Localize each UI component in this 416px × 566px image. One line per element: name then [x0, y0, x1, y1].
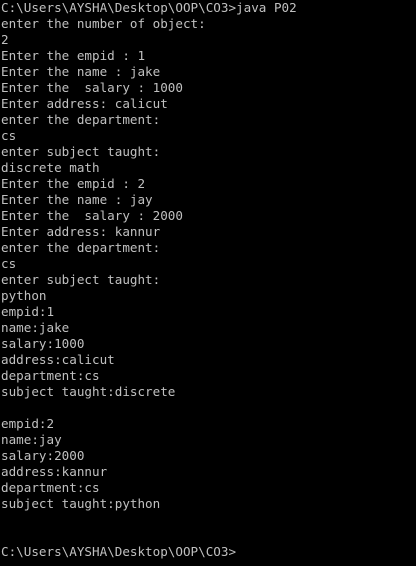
console-line-output-address: address:kannur	[1, 464, 108, 479]
console-line-prompt-subject: enter subject taught:	[1, 144, 161, 159]
console-line-prompt-department: enter the department:	[1, 112, 161, 127]
console-line-output-salary: salary:1000	[1, 336, 85, 351]
console-line-prompt-salary: Enter the salary : 1000	[1, 80, 183, 95]
console-line-output-name: name:jay	[1, 432, 62, 447]
console-output[interactable]: C:\Users\AYSHA\Desktop\OOP\CO3>java P02 …	[0, 0, 416, 566]
console-line-output-subject: subject taught:python	[1, 496, 161, 511]
console-line-output-address: address:calicut	[1, 352, 115, 367]
console-line-output-subject: subject taught:discrete	[1, 384, 176, 399]
console-line-prompt-name: Enter the name : jay	[1, 192, 153, 207]
console-line-input-department: cs	[1, 256, 17, 271]
console-line-command: C:\Users\AYSHA\Desktop\OOP\CO3>java P02	[1, 0, 297, 15]
console-line-input-department: cs	[1, 128, 17, 143]
console-line-input-subject: python	[1, 288, 47, 303]
console-line-output-name: name:jake	[1, 320, 70, 335]
console-line-input-count: 2	[1, 32, 9, 47]
console-line-prompt[interactable]: C:\Users\AYSHA\Desktop\OOP\CO3>	[1, 544, 416, 560]
console-line-output-empid: empid:1	[1, 304, 55, 319]
console-line-prompt-name: Enter the name : jake	[1, 64, 161, 79]
console-line-output-department: department:cs	[1, 368, 100, 383]
console-line-input-subject: discrete math	[1, 160, 100, 175]
console-line-prompt-count: enter the number of object:	[1, 16, 206, 31]
console-line-output-empid: empid:2	[1, 416, 55, 431]
console-line-prompt-department: enter the department:	[1, 240, 161, 255]
console-line-prompt-empid: Enter the empid : 2	[1, 176, 146, 191]
console-line-output-department: department:cs	[1, 480, 100, 495]
console-line-prompt-address: Enter address: kannur	[1, 224, 161, 239]
console-line-prompt-subject: enter subject taught:	[1, 272, 161, 287]
console-line-prompt-salary: Enter the salary : 2000	[1, 208, 183, 223]
console-line-output-salary: salary:2000	[1, 448, 85, 463]
console-line-prompt-address: Enter address: calicut	[1, 96, 168, 111]
console-line-prompt-empid: Enter the empid : 1	[1, 48, 146, 63]
